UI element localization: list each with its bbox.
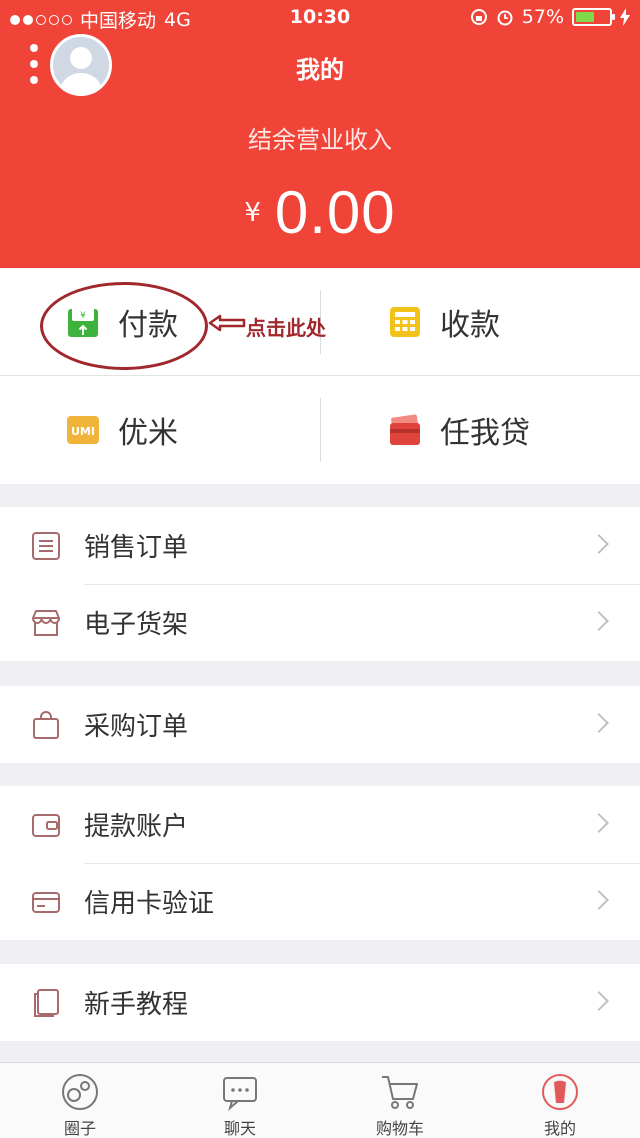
chevron-right-icon bbox=[589, 534, 609, 554]
purchase-group: 采购订单 bbox=[0, 686, 640, 763]
annotation-arrow-icon bbox=[208, 314, 246, 332]
tab-bar: 圈子 聊天 购物车 我的 bbox=[0, 1062, 640, 1138]
list-item-tutorial[interactable]: 新手教程 bbox=[0, 964, 640, 1041]
list-item-e-shelf[interactable]: 电子货架 bbox=[0, 584, 640, 661]
withdraw-account-label: 提款账户 bbox=[84, 812, 189, 842]
tab-profile-label: 我的 bbox=[543, 1119, 576, 1138]
currency-symbol: ¥ bbox=[244, 197, 261, 228]
list-item-withdraw-account[interactable]: 提款账户 bbox=[0, 786, 640, 863]
status-right: 57% bbox=[470, 6, 630, 28]
shopping-bag-icon bbox=[30, 709, 62, 741]
card-loan-icon bbox=[388, 413, 422, 447]
wallet-icon bbox=[30, 809, 62, 841]
credit-card-icon bbox=[30, 886, 62, 918]
loan-button[interactable]: 任我贷 bbox=[320, 376, 640, 484]
annotation-circle bbox=[40, 282, 208, 370]
receive-label: 收款 bbox=[440, 308, 500, 343]
alarm-icon bbox=[497, 10, 513, 26]
balance-amount: ¥0.00 bbox=[0, 178, 640, 247]
umi-icon: UMI bbox=[66, 413, 100, 447]
profile-icon bbox=[540, 1073, 580, 1111]
chevron-right-icon bbox=[589, 611, 609, 631]
card-verify-label: 信用卡验证 bbox=[84, 889, 215, 919]
order-group: 销售订单 电子货架 bbox=[0, 507, 640, 661]
tab-profile[interactable]: 我的 bbox=[480, 1063, 640, 1138]
shop-shelf-icon bbox=[30, 607, 62, 639]
purchase-orders-label: 采购订单 bbox=[84, 712, 189, 742]
profile-header: 中国移动 4G 10:30 57% 我的 结余营业收入 ¥0.00 bbox=[0, 0, 640, 268]
chevron-right-icon bbox=[589, 890, 609, 910]
circles-icon bbox=[60, 1073, 100, 1111]
umi-button[interactable]: UMI 优米 bbox=[0, 376, 320, 484]
receive-button[interactable]: 收款 bbox=[320, 268, 640, 376]
tutorial-book-icon bbox=[30, 987, 62, 1019]
annotation-text: 点击此处 bbox=[246, 316, 326, 340]
list-item-card-verify[interactable]: 信用卡验证 bbox=[0, 863, 640, 940]
account-group: 提款账户 信用卡验证 bbox=[0, 786, 640, 940]
tab-cart[interactable]: 购物车 bbox=[320, 1063, 480, 1138]
svg-text:UMI: UMI bbox=[71, 425, 95, 438]
status-bar: 中国移动 4G 10:30 57% bbox=[0, 0, 640, 34]
sales-orders-label: 销售订单 bbox=[84, 533, 189, 563]
tab-chat[interactable]: 聊天 bbox=[160, 1063, 320, 1138]
charging-icon bbox=[620, 8, 630, 26]
tab-circles[interactable]: 圈子 bbox=[0, 1063, 160, 1138]
list-item-sales-orders[interactable]: 销售订单 bbox=[0, 507, 640, 584]
tab-chat-label: 聊天 bbox=[223, 1119, 256, 1138]
tutorial-label: 新手教程 bbox=[84, 990, 189, 1020]
income-label: 结余营业收入 bbox=[248, 126, 392, 154]
chevron-right-icon bbox=[589, 713, 609, 733]
tab-cart-label: 购物车 bbox=[375, 1119, 424, 1138]
umi-label: 优米 bbox=[118, 416, 178, 451]
battery-percent: 57% bbox=[521, 6, 564, 28]
e-shelf-label: 电子货架 bbox=[84, 610, 189, 640]
page-title: 我的 bbox=[296, 56, 344, 84]
rotation-lock-icon bbox=[470, 9, 487, 25]
loan-label: 任我贷 bbox=[440, 416, 530, 451]
battery-icon bbox=[572, 8, 615, 26]
action-row-2: UMI 优米 任我贷 bbox=[0, 376, 640, 484]
amount-value: 0.00 bbox=[274, 179, 396, 246]
chevron-right-icon bbox=[589, 813, 609, 833]
chat-icon bbox=[220, 1073, 260, 1111]
tab-circles-label: 圈子 bbox=[63, 1119, 96, 1138]
cart-icon bbox=[380, 1073, 420, 1111]
calculator-icon bbox=[388, 305, 422, 339]
chevron-right-icon bbox=[589, 991, 609, 1011]
tutorial-group: 新手教程 bbox=[0, 964, 640, 1041]
list-item-purchase-orders[interactable]: 采购订单 bbox=[0, 686, 640, 763]
document-list-icon bbox=[30, 530, 62, 562]
